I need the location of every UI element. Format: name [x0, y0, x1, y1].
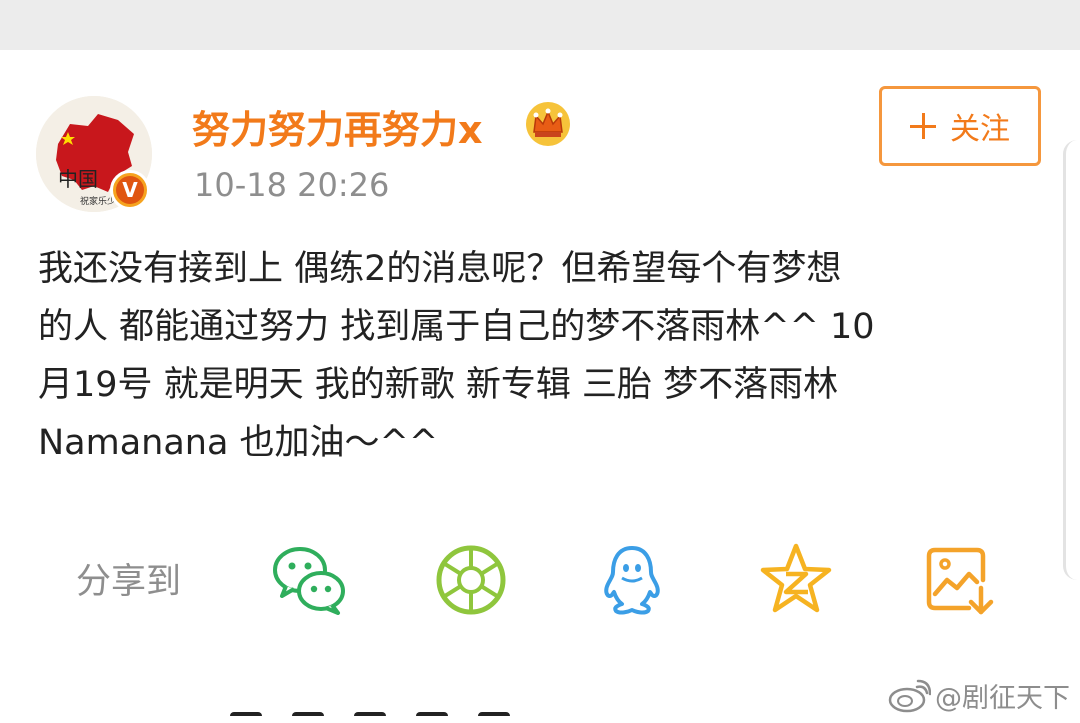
right-edge-card [1063, 140, 1080, 580]
watermark: @剧征天下 [887, 676, 1070, 715]
wechat-icon[interactable] [270, 540, 350, 620]
top-divider-strip [0, 0, 1080, 50]
post-line: Namanana 也加油～^^ [38, 423, 439, 463]
qzone-icon[interactable] [756, 540, 836, 620]
crown-icon[interactable] [524, 100, 572, 148]
post-line: 月19号 就是明天 我的新歌 新专辑 三胎 梦不落雨林 [38, 365, 839, 405]
avatar-text: 中国 [58, 167, 98, 191]
save-image-icon[interactable] [919, 540, 999, 620]
follow-button[interactable]: 关注 [879, 86, 1041, 166]
plus-icon [910, 113, 936, 139]
moments-icon[interactable] [431, 540, 511, 620]
share-label: 分享到 [76, 562, 182, 602]
next-post-fragment [230, 712, 510, 723]
verified-badge-icon: V [110, 170, 150, 210]
username[interactable]: 努力努力再努力x [192, 98, 483, 154]
weibo-post-screen: 中国 祝家乐少 V 努力努力再努力x 10-18 20:26 关注 我还没有接到… [0, 0, 1080, 723]
post-line: 我还没有接到上 偶练2的消息呢？但希望每个有梦想 [38, 249, 842, 289]
post-line: 的人 都能通过努力 找到属于自己的梦不落雨林^^ 10 [38, 307, 875, 347]
verified-mark: V [122, 178, 138, 202]
post-timestamp: 10-18 20:26 [194, 166, 390, 204]
qq-icon[interactable] [592, 540, 672, 620]
post-body: 我还没有接到上 偶练2的消息呢？但希望每个有梦想 的人 都能通过努力 找到属于自… [38, 240, 1038, 472]
follow-button-label: 关注 [950, 112, 1010, 147]
weibo-logo-icon [888, 679, 931, 712]
watermark-text: @剧征天下 [935, 683, 1070, 714]
